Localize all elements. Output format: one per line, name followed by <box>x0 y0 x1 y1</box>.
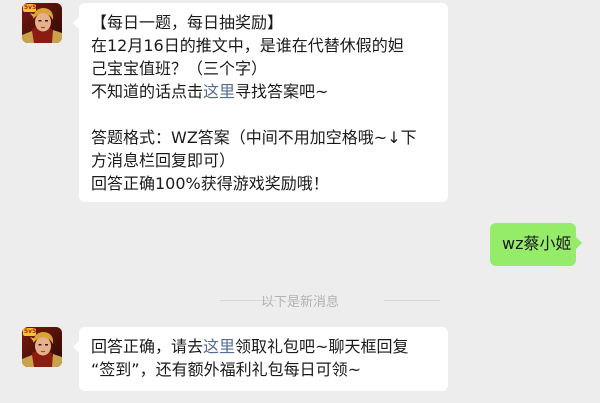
divider-rule-right <box>384 300 440 301</box>
message-line: 回答正确100%获得游戏奖励哦！ <box>91 174 329 193</box>
game-badge: 5v5 <box>24 328 37 335</box>
message-text: 回答正确，请去 <box>91 337 204 356</box>
sender-avatar[interactable]: 5v5 <box>22 327 62 367</box>
divider-label: 以下是新消息 <box>260 295 339 310</box>
new-messages-divider: 以下是新消息 <box>0 288 600 312</box>
message-line: 【每日一题，每日抽奖励】 <box>91 13 284 32</box>
message-text: 领取礼包吧~聊天框回复 <box>235 337 409 356</box>
message-line: 在12月16日的推文中，是谁在代替休假的妲 <box>91 36 404 55</box>
message-line: 己宝宝值班？（三个字） <box>91 59 268 78</box>
game-badge: 5v5 <box>24 4 37 11</box>
incoming-message-bubble[interactable]: 回答正确，请去这里领取礼包吧~聊天框回复 “签到”，还有额外福利礼包每日可领~ <box>73 327 448 391</box>
message-line-with-link: 不知道的话点击这里寻找答案吧~ <box>91 80 438 103</box>
message-line: 答题格式：WZ答案（中间不用加空格哦~↓下 <box>91 128 417 147</box>
message-line-with-link: 回答正确，请去这里领取礼包吧~聊天框回复 <box>91 335 438 358</box>
message-text: 寻找答案吧~ <box>235 82 329 101</box>
gift-link[interactable]: 这里 <box>203 337 235 356</box>
message-text: 不知道的话点击 <box>91 82 204 101</box>
outgoing-message-bubble[interactable]: wz蔡小姬 <box>490 223 582 266</box>
reply-text: wz蔡小姬 <box>502 234 572 253</box>
incoming-message-bubble[interactable]: 【每日一题，每日抽奖励】 在12月16日的推文中，是谁在代替休假的妲 己宝宝值班… <box>73 3 448 202</box>
message-line: 方消息栏回复即可） <box>91 151 236 170</box>
sender-avatar[interactable]: 5v5 <box>22 3 62 43</box>
message-line: “签到”，还有额外福利礼包每日可领~ <box>91 360 361 379</box>
answer-link[interactable]: 这里 <box>203 82 235 101</box>
